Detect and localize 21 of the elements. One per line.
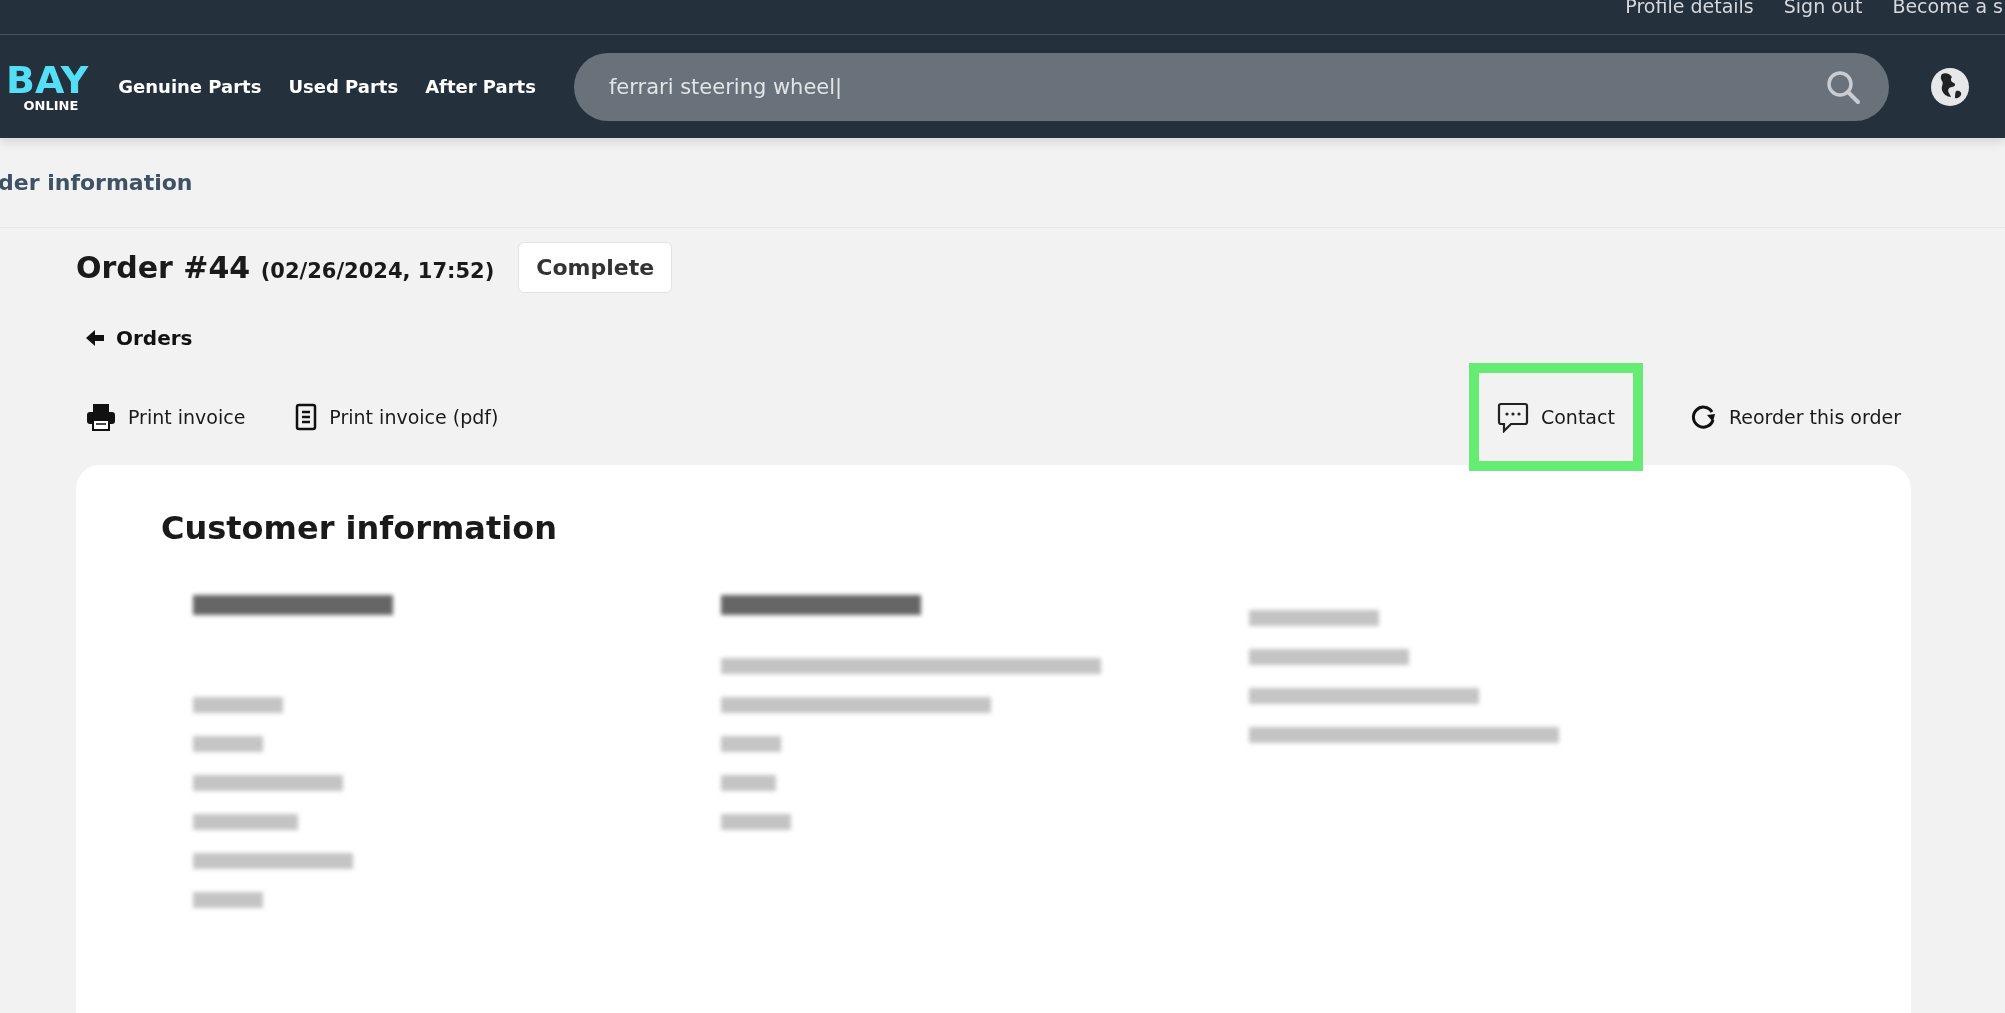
card-title: Customer information	[161, 509, 558, 547]
search-icon	[1824, 68, 1861, 105]
nav-link[interactable]: Genuine Parts	[118, 76, 262, 97]
nav-link[interactable]: Used Parts	[288, 76, 399, 97]
search-bar[interactable]: ferrari steering wheel|	[573, 52, 1889, 121]
print-button[interactable]: Print invoice	[86, 399, 246, 435]
search-field[interactable]: ferrari steering wheel|	[606, 73, 1825, 100]
back-link[interactable]: Orders	[85, 326, 193, 350]
order-title: Order #44 (02/26/2024, 17:52)	[76, 250, 495, 285]
top-link[interactable]: Become a s	[1892, 0, 2003, 16]
reorder-button[interactable]: Reorder this order	[1688, 399, 1901, 435]
logo[interactable]: BAY ONLINE	[4, 61, 89, 112]
nav-link[interactable]: After Parts	[425, 76, 536, 97]
globe-icon[interactable]	[1929, 66, 1970, 107]
contact-button[interactable]: Contact	[1496, 397, 1615, 437]
arrow-left-icon	[85, 329, 105, 347]
printer-icon	[86, 403, 116, 431]
chat-bubble-icon	[1496, 401, 1529, 433]
document-icon	[295, 403, 318, 431]
pdf-button[interactable]: Print invoice (pdf)	[295, 399, 499, 435]
status-label: Complete	[518, 242, 673, 293]
